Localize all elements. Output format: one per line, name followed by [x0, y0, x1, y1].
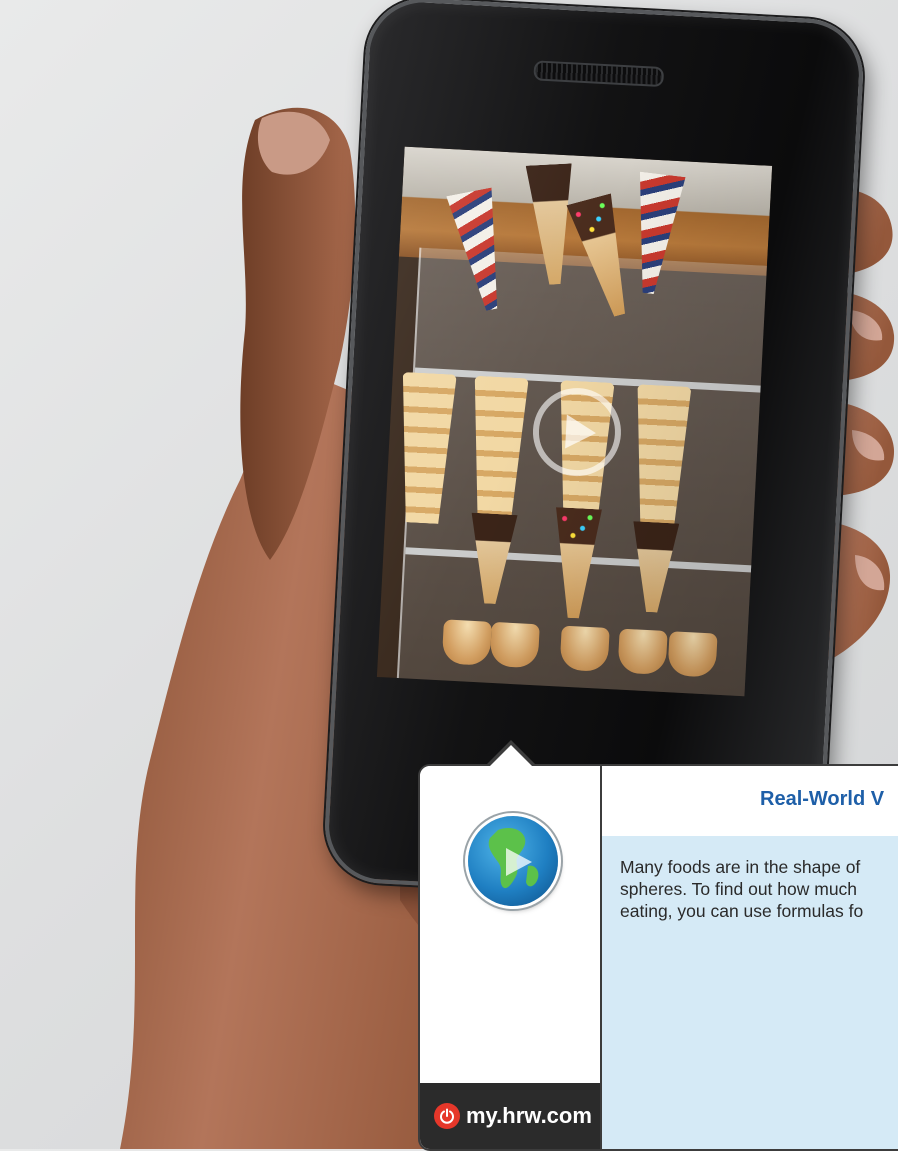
- url-bar[interactable]: my.hrw.com: [420, 1083, 600, 1149]
- description-line: Many foods are in the shape of: [620, 857, 861, 877]
- real-world-video-callout: my.hrw.com Real-World V Many foods are i…: [418, 764, 898, 1151]
- description-line: spheres. To find out how much: [620, 879, 858, 899]
- power-icon: [434, 1103, 460, 1129]
- description-body: Many foods are in the shape of spheres. …: [602, 836, 898, 1149]
- description-panel: Real-World V Many foods are in the shape…: [602, 766, 898, 1149]
- url-link[interactable]: my.hrw.com: [466, 1103, 592, 1129]
- description-line: eating, you can use formulas fo: [620, 901, 864, 921]
- phone-speaker: [533, 60, 665, 88]
- callout-pointer-fill: [488, 745, 534, 768]
- callout-title: Real-World V: [760, 788, 885, 810]
- video-screen[interactable]: [376, 146, 773, 697]
- play-triangle-icon: [565, 414, 596, 449]
- globe-video-icon[interactable]: [468, 816, 558, 906]
- video-link-panel: my.hrw.com: [420, 766, 602, 1149]
- globe-icon: [488, 828, 539, 889]
